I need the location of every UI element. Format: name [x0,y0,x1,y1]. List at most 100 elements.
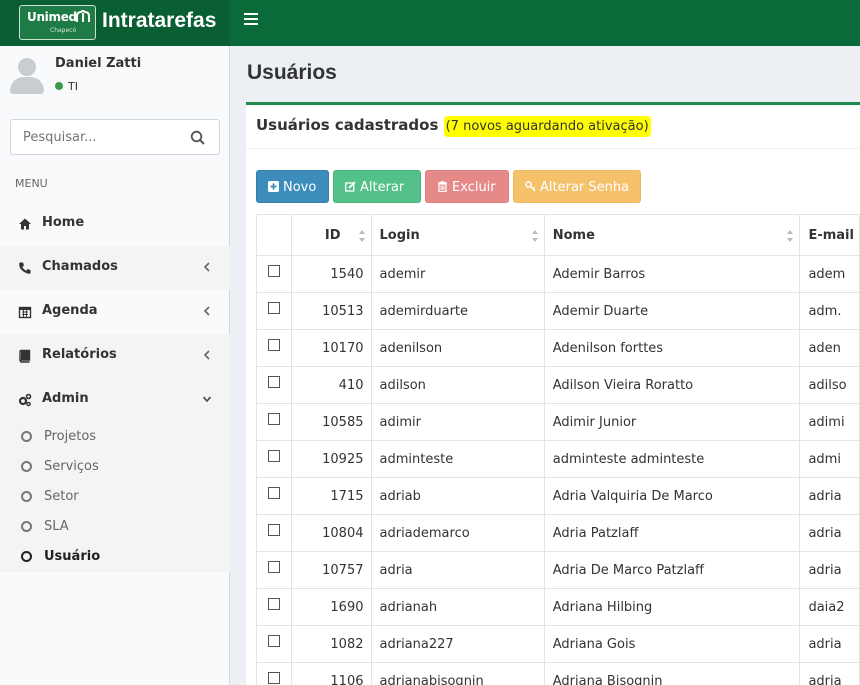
cell-login: adrianah [370,588,545,626]
row-checkbox[interactable] [267,265,280,277]
sidebar-item-relatorios[interactable]: Relatórios [0,334,230,378]
avatar [10,58,44,94]
pending-activation-note: (7 novos aguardando ativação) [443,116,651,137]
submenu-item-label: Serviços [44,459,99,474]
row-checkbox[interactable] [267,561,280,573]
sidebar-item-home[interactable]: Home [0,202,230,246]
cell-login: adriab [370,477,545,515]
table-row[interactable]: 410 adilson Adilson Vieira Roratto adilso [256,366,860,404]
user-status-text: TI [68,80,78,93]
row-checkbox[interactable] [267,450,280,462]
circle-icon [21,521,32,532]
row-checkbox[interactable] [267,376,280,388]
home-icon [19,218,31,230]
table-row[interactable]: 10925 adminteste adminteste adminteste admi [256,440,860,478]
edit-icon [345,181,356,192]
row-checkbox[interactable] [267,339,280,351]
sidebar-item-admin[interactable]: Admin [0,378,230,422]
cell-nome: Adria Patzlaff [543,514,801,552]
chevron-left-icon [203,350,210,360]
new-button[interactable]: Novo [256,170,329,203]
submenu-item-label: Projetos [44,429,97,444]
table-row[interactable]: 1715 adriab Adria Valquiria De Marco adria [256,477,860,515]
cell-login: adenilson [370,329,545,367]
table-row[interactable]: 10804 adriademarco Adria Patzlaff adria [256,514,860,552]
row-checkbox[interactable] [267,413,280,425]
search-input[interactable] [23,130,183,145]
table-row[interactable]: 10757 adria Adria De Marco Patzlaff adria [256,551,860,589]
row-checkbox[interactable] [267,524,280,536]
table-header-row: ID Login Nome E-mail [256,214,860,256]
row-checkbox[interactable] [267,487,280,499]
admin-submenu: Projetos Serviços Setor SLA Usuário [0,422,230,572]
cell-nome: Adilson Vieira Roratto [543,366,801,404]
circle-icon [21,491,32,502]
chevron-left-icon [203,306,210,316]
cell-id: 10585 [290,403,372,441]
cell-nome: Adriana Bisognin [543,662,801,685]
submenu-item-projetos[interactable]: Projetos [0,422,230,452]
submenu-item-label: SLA [44,519,69,534]
cell-id: 1106 [290,662,372,685]
sort-icon [531,230,538,242]
cell-nome: Ademir Duarte [543,292,801,330]
cell-login: ademirduarte [370,292,545,330]
search-icon[interactable] [190,130,206,146]
hamburger-icon[interactable] [244,13,258,27]
box-title-text: Usuários cadastrados [256,116,439,134]
table-row[interactable]: 1082 adriana227 Adriana Gois adria [256,625,860,663]
cell-id: 10804 [290,514,372,552]
menu-header: MENU [15,177,48,190]
row-checkbox[interactable] [267,598,280,610]
submenu-item-servicos[interactable]: Serviços [0,452,230,482]
cell-email: adilso [799,366,860,404]
cell-email: daia2 [799,588,860,626]
cell-nome: Adria De Marco Patzlaff [543,551,801,589]
key-icon [525,181,536,192]
edit-button[interactable]: Alterar [333,170,421,203]
table-row[interactable]: 1540 ademir Ademir Barros adem [256,255,860,293]
row-checkbox[interactable] [267,302,280,314]
submenu-item-sla[interactable]: SLA [0,512,230,542]
submenu-item-setor[interactable]: Setor [0,482,230,512]
table-row[interactable]: 10513 ademirduarte Ademir Duarte adm. [256,292,860,330]
sort-icon [787,230,794,242]
submenu-item-usuario[interactable]: Usuário [0,542,230,572]
table-row[interactable]: 10585 adimir Adimir Junior adimi [256,403,860,441]
phone-icon [19,262,31,274]
user-status: TI [55,80,78,93]
top-navbar: Unimed Chapecó Intratarefas [0,0,860,46]
chevron-left-icon [203,262,210,272]
change-password-button[interactable]: Alterar Senha [513,170,641,203]
cell-nome: Adria Valquiria De Marco [543,477,801,515]
sidebar-item-chamados[interactable]: Chamados [0,246,230,290]
gears-icon [18,393,32,407]
row-checkbox[interactable] [267,672,280,684]
cell-id: 1082 [290,625,372,663]
new-button-label: Novo [283,180,317,195]
sidebar: Daniel Zatti TI MENU Home Chamados Agend… [0,46,230,685]
column-header-login[interactable]: Login [370,214,545,256]
cell-email: adria [799,662,860,685]
row-checkbox[interactable] [267,635,280,647]
cell-nome: Ademir Barros [543,255,801,293]
sidebar-item-label: Chamados [42,259,118,274]
column-header-id[interactable]: ID [290,214,372,256]
brand-area[interactable]: Unimed Chapecó Intratarefas [0,0,230,46]
table-row[interactable]: 10170 adenilson Adenilson forttes aden [256,329,860,367]
cell-email: adria [799,551,860,589]
cell-nome: Adriana Gois [543,625,801,663]
sidebar-item-label: Home [42,215,85,230]
column-header-email[interactable]: E-mail [799,214,860,256]
change-password-button-label: Alterar Senha [540,180,630,195]
cell-login: adriademarco [370,514,545,552]
column-header-nome[interactable]: Nome [543,214,801,256]
sidebar-item-label: Admin [42,391,89,406]
cell-email: adria [799,625,860,663]
plus-square-icon [268,181,279,192]
delete-button[interactable]: Excluir [425,170,509,203]
sidebar-item-agenda[interactable]: Agenda [0,290,230,334]
cell-id: 10925 [290,440,372,478]
table-row[interactable]: 1106 adrianabisognin Adriana Bisognin adria [256,662,860,685]
table-row[interactable]: 1690 adrianah Adriana Hilbing daia2 [256,588,860,626]
